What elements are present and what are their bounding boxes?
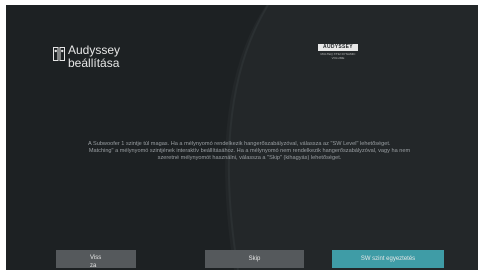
message-paragraph-1: A Subwoofer 1 szintje túl magas. Ha a mé… xyxy=(88,141,391,147)
logo-tagline: MULTEQ XT32 DYNAMIC VOLUME xyxy=(320,52,356,60)
audyssey-logo: AUDYSSEY MULTEQ XT32 DYNAMIC VOLUME xyxy=(318,44,358,64)
speaker-setup-icon xyxy=(53,47,65,61)
skip-button[interactable]: Skip xyxy=(205,250,304,268)
setup-screen: Audyssey beállítása AUDYSSEY MULTEQ XT32… xyxy=(6,5,478,270)
back-button-label: Vissza xyxy=(90,255,102,269)
instruction-message: A Subwoofer 1 szintje túl magas. Ha a mé… xyxy=(82,141,417,163)
sw-level-matching-button[interactable]: SW szint egyeztetés xyxy=(332,250,444,268)
page-title: Audyssey beállítása xyxy=(68,43,121,70)
back-button[interactable]: Vissza xyxy=(56,250,136,269)
message-paragraph-2: Matching" a mélynyomó szintjének interak… xyxy=(88,148,411,162)
logo-wordmark: AUDYSSEY xyxy=(318,44,358,51)
